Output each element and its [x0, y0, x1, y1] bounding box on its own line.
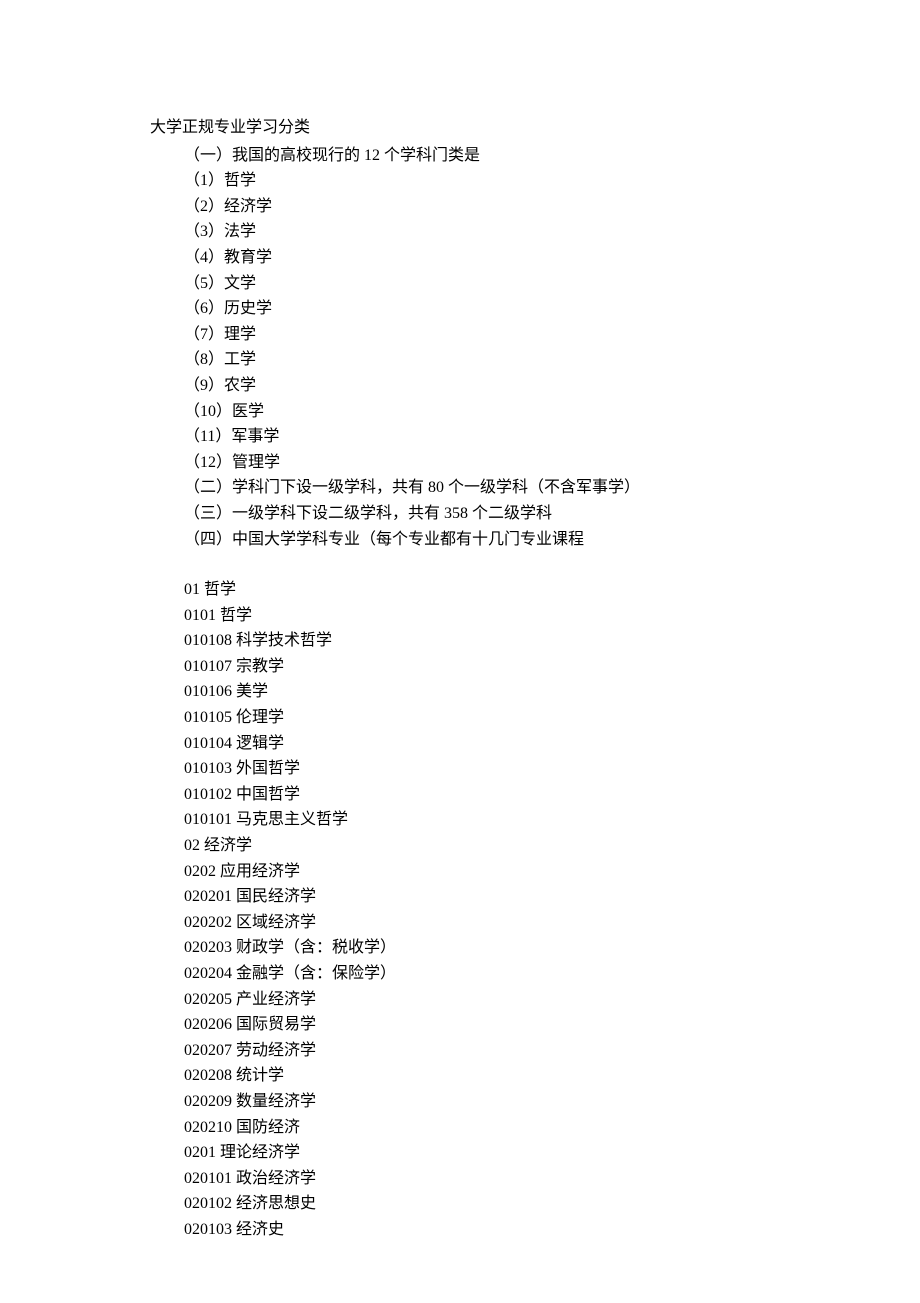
- list-item: （11）军事学: [184, 424, 770, 450]
- list-item: （9）农学: [184, 373, 770, 399]
- list-item: （4）教育学: [184, 245, 770, 271]
- code-line: 010105 伦理学: [184, 705, 770, 731]
- list-item: （3）法学: [184, 219, 770, 245]
- code-line: 02 经济学: [184, 833, 770, 859]
- section-header: （二）学科门下设一级学科，共有 80 个一级学科（不含军事学）: [184, 475, 770, 501]
- section-header: （三）一级学科下设二级学科，共有 358 个二级学科: [184, 501, 770, 527]
- list-item: （2）经济学: [184, 194, 770, 220]
- list-item: （12）管理学: [184, 450, 770, 476]
- code-line: 020201 国民经济学: [184, 884, 770, 910]
- list-item: （1）哲学: [184, 168, 770, 194]
- code-line: 0202 应用经济学: [184, 859, 770, 885]
- spacer: [150, 552, 770, 577]
- section-header: （四）中国大学学科专业（每个专业都有十几门专业课程: [184, 527, 770, 553]
- code-line: 020203 财政学（含：税收学）: [184, 935, 770, 961]
- code-line: 010107 宗教学: [184, 654, 770, 680]
- code-line: 020101 政治经济学: [184, 1166, 770, 1192]
- list-item: （7）理学: [184, 322, 770, 348]
- code-line: 020208 统计学: [184, 1063, 770, 1089]
- section-header: （一）我国的高校现行的 12 个学科门类是: [184, 143, 770, 169]
- code-line: 010106 美学: [184, 679, 770, 705]
- code-line: 020205 产业经济学: [184, 987, 770, 1013]
- list-item: （5）文学: [184, 271, 770, 297]
- code-line: 01 哲学: [184, 577, 770, 603]
- code-line: 010103 外国哲学: [184, 756, 770, 782]
- code-line: 020209 数量经济学: [184, 1089, 770, 1115]
- code-line: 020202 区域经济学: [184, 910, 770, 936]
- code-line: 0101 哲学: [184, 603, 770, 629]
- code-line: 0201 理论经济学: [184, 1140, 770, 1166]
- code-line: 020103 经济史: [184, 1217, 770, 1243]
- code-line: 020210 国防经济: [184, 1115, 770, 1141]
- code-line: 020206 国际贸易学: [184, 1012, 770, 1038]
- list-item: （8）工学: [184, 347, 770, 373]
- code-line: 010101 马克思主义哲学: [184, 807, 770, 833]
- code-line: 020204 金融学（含：保险学）: [184, 961, 770, 987]
- code-line: 010104 逻辑学: [184, 731, 770, 757]
- document-title: 大学正规专业学习分类: [150, 115, 770, 141]
- code-line: 010102 中国哲学: [184, 782, 770, 808]
- list-item: （10）医学: [184, 399, 770, 425]
- code-line: 020207 劳动经济学: [184, 1038, 770, 1064]
- list-item: （6）历史学: [184, 296, 770, 322]
- code-line: 010108 科学技术哲学: [184, 628, 770, 654]
- code-line: 020102 经济思想史: [184, 1191, 770, 1217]
